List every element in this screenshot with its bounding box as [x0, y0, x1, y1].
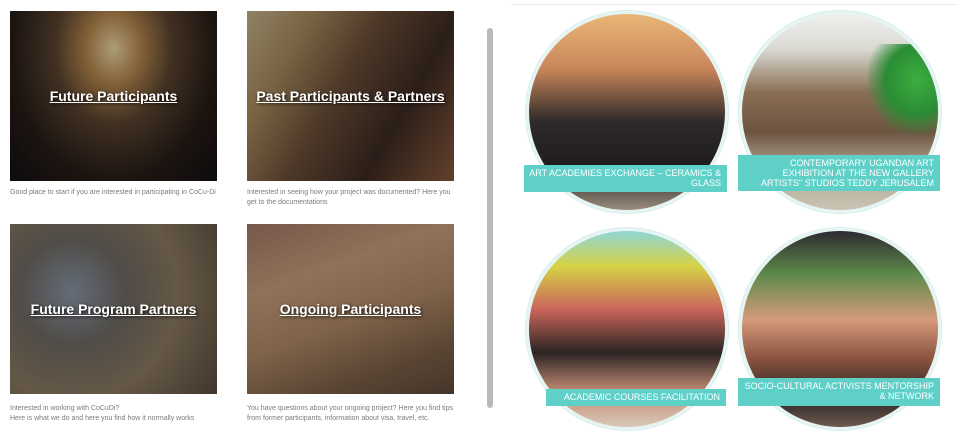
card-title[interactable]: Future Program Partners: [10, 301, 217, 317]
project-label[interactable]: ART ACADEMIES EXCHANGE – Ceramics & Glas…: [524, 165, 727, 192]
project-label[interactable]: ACADEMIC COURSES FACILITATION: [546, 389, 726, 406]
scrollbar[interactable]: [487, 28, 493, 408]
card-description: Interested in working with CoCuDi? Here …: [10, 405, 195, 422]
card-past-participants[interactable]: Past Participants & Partners: [247, 11, 454, 181]
card-description: You have questions about your ongoing pr…: [247, 405, 453, 422]
divider: [511, 4, 957, 5]
card-title[interactable]: Ongoing Participants: [247, 301, 454, 317]
card-description: Good place to start if you are intereste…: [10, 189, 216, 196]
project-label[interactable]: CONTEMPORARY UGANDAN ART EXHIBITION AT t…: [738, 155, 940, 191]
card-future-program-partners[interactable]: Future Program Partners: [10, 224, 217, 394]
card-title[interactable]: Past Participants & Partners: [247, 88, 454, 104]
card-title[interactable]: Future Participants: [10, 88, 217, 104]
card-ongoing-participants[interactable]: Ongoing Participants: [247, 224, 454, 394]
card-future-participants[interactable]: Future Participants: [10, 11, 217, 181]
card-description: Interested in seeing how your project wa…: [247, 189, 451, 206]
palm-leaves: [868, 44, 938, 134]
project-label[interactable]: SOCIO-CULTURAL ACTIVISTS MENTORSHIP & NE…: [738, 378, 940, 406]
